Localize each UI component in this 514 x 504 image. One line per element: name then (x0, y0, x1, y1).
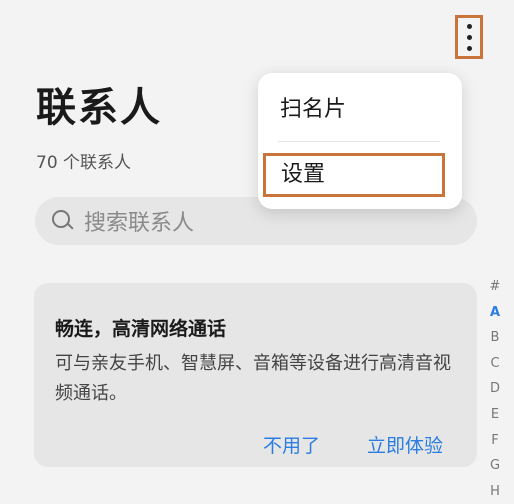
promo-description: 可与亲友手机、智慧屏、音箱等设备进行高清音视频通话。 (55, 353, 451, 404)
more-options-button[interactable] (455, 15, 483, 59)
index-letter-h[interactable]: H (490, 479, 500, 504)
dismiss-button[interactable]: 不用了 (263, 431, 320, 458)
index-letter-a[interactable]: A (490, 300, 500, 326)
alphabet-index[interactable]: # A B C D E F G H (482, 274, 508, 504)
index-letter-c[interactable]: C (490, 351, 499, 377)
index-letter-f[interactable]: F (491, 428, 498, 454)
more-vertical-icon (466, 23, 472, 29)
overflow-menu: 扫名片 设置 (258, 73, 462, 209)
menu-item-scan-card[interactable]: 扫名片 (280, 91, 346, 123)
index-letter-g[interactable]: G (490, 453, 500, 479)
search-icon (52, 210, 74, 232)
index-letter-hash[interactable]: # (490, 274, 501, 300)
promo-title: 畅连，高清网络通话 (55, 318, 227, 340)
menu-divider (278, 141, 440, 142)
menu-item-settings[interactable]: 设置 (263, 153, 445, 197)
index-letter-e[interactable]: E (491, 402, 499, 428)
promo-card: 畅连，高清网络通话 可与亲友手机、智慧屏、音箱等设备进行高清音视频通话。 不用了… (34, 283, 477, 467)
page-title: 联系人 (36, 85, 162, 131)
try-now-button[interactable]: 立即体验 (367, 431, 443, 458)
search-placeholder: 搜索联系人 (84, 211, 195, 236)
index-letter-b[interactable]: B (491, 325, 500, 351)
more-vertical-icon-dot (466, 45, 472, 51)
index-letter-d[interactable]: D (490, 376, 500, 402)
more-vertical-icon-dot (466, 34, 472, 40)
contact-count: 70 个联系人 (36, 153, 132, 173)
